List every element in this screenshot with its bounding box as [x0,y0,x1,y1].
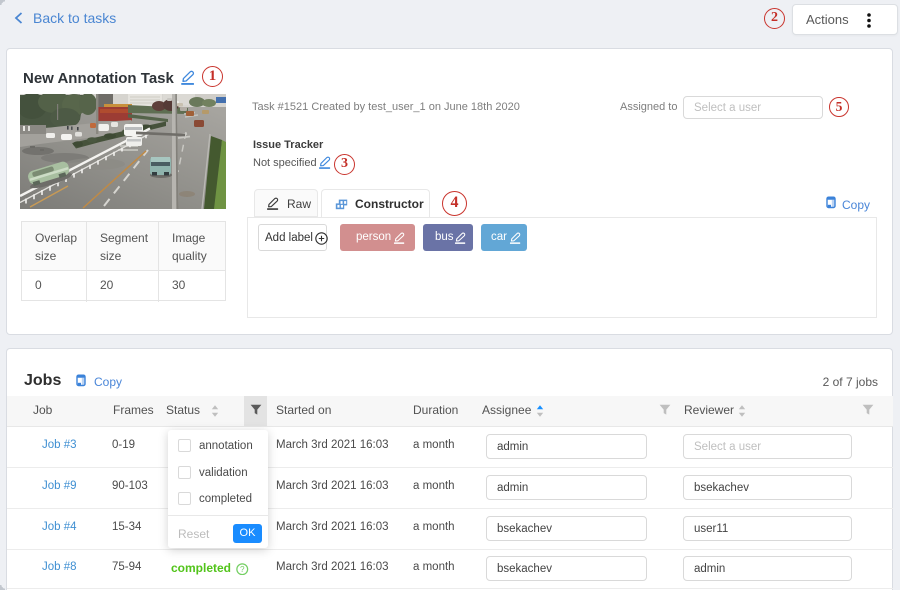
svg-text:?: ? [240,565,245,574]
